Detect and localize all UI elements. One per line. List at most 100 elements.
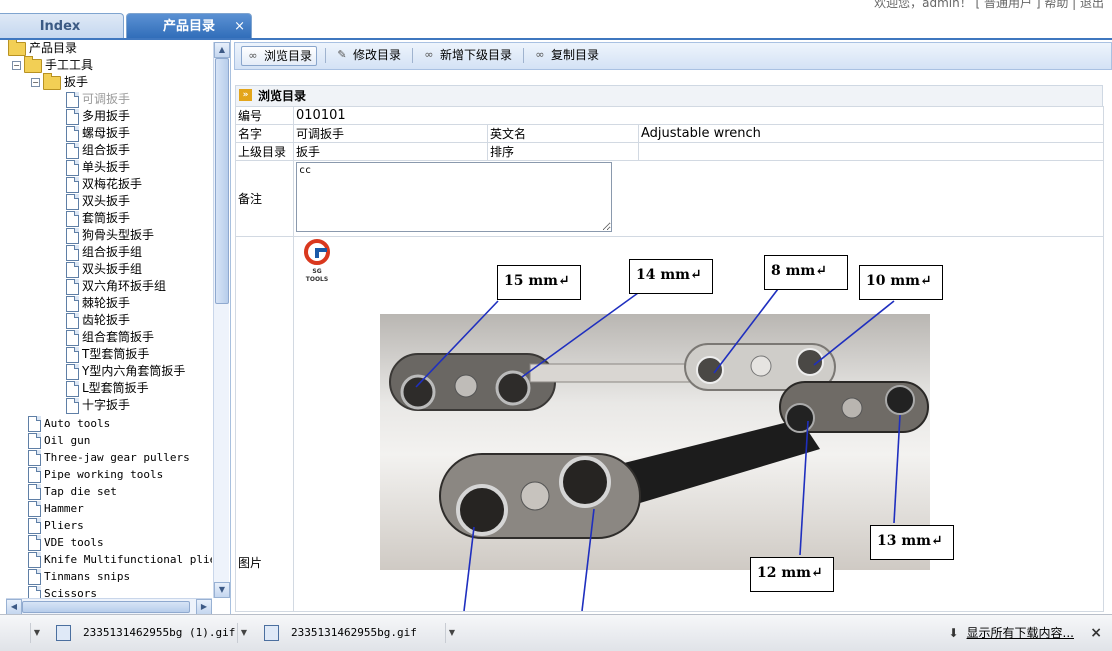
- document-icon: [28, 433, 41, 449]
- tree-leaf-label: 狗骨头型扳手: [82, 228, 155, 242]
- tree-leaf[interactable]: 单头扳手: [66, 159, 130, 176]
- tree-leaf[interactable]: 双六角环扳手组: [66, 278, 166, 295]
- tree-leaf[interactable]: 套筒扳手: [66, 210, 130, 227]
- tree-leaf[interactable]: 多用扳手: [66, 108, 130, 125]
- tree-node-wrench[interactable]: − 扳手: [31, 72, 88, 91]
- tree-leaf[interactable]: Y型内六角套筒扳手: [66, 363, 185, 380]
- document-icon: [28, 450, 41, 466]
- tree-node[interactable]: Auto tools: [28, 415, 110, 432]
- sort-value: [637, 142, 1105, 161]
- memo-label: 备注: [235, 160, 294, 237]
- product-image: SG TOOLS 15 mm↵ 14 mm↵ 8 mm↵ 10 mm↵ 13 m…: [295, 238, 1103, 611]
- browse-catalog-button[interactable]: ∞ 浏览目录: [241, 46, 318, 66]
- toolbar: ∞ 浏览目录 ✎ 修改目录 ∞ 新增下级目录 ∞ 复制目录: [234, 42, 1112, 70]
- tree-node-label: Scissors: [44, 587, 97, 598]
- tree-node-root[interactable]: 产品目录: [8, 40, 77, 57]
- chevron-down-icon[interactable]: ▼: [30, 623, 43, 643]
- parent-catalog-label: 上级目录: [235, 142, 294, 161]
- show-all-downloads-link[interactable]: ⬇ 显示所有下载内容...: [948, 623, 1074, 643]
- tree-leaf[interactable]: 组合扳手: [66, 142, 130, 159]
- scroll-right-icon[interactable]: ▶: [196, 599, 212, 615]
- tree-leaf-label: 单头扳手: [82, 160, 131, 174]
- tree-leaf[interactable]: L型套筒扳手: [66, 380, 149, 397]
- tree-node-label: Tap die set: [44, 485, 117, 498]
- catalog-detail-form: 编号 010101 名字 可调扳手 英文名 Adjustable wrench …: [235, 106, 1105, 612]
- tree-node[interactable]: Tap die set: [28, 483, 117, 500]
- tree-node[interactable]: Tinmans snips: [28, 568, 130, 585]
- tree-vertical-scrollbar[interactable]: ▲ ▼: [213, 42, 230, 598]
- tree-node[interactable]: VDE tools: [28, 534, 104, 551]
- tree-node-label: Auto tools: [44, 417, 111, 430]
- tree-leaf[interactable]: T型套筒扳手: [66, 346, 149, 363]
- chevron-down-icon[interactable]: ▼: [445, 623, 458, 643]
- tree-leaf[interactable]: 组合扳手组: [66, 244, 142, 261]
- tree-leaf-label: L型套筒扳手: [82, 381, 149, 395]
- tree-leaf-label: 双六角环扳手组: [82, 279, 167, 293]
- toolbar-separator: [325, 48, 326, 63]
- scroll-thumb[interactable]: [215, 58, 229, 304]
- tree-node[interactable]: Pipe working tools: [28, 466, 163, 483]
- callout-12mm: 12 mm↵: [750, 557, 834, 592]
- tree-leaf-adjustable-wrench[interactable]: 可调扳手: [66, 91, 130, 108]
- tree-leaf[interactable]: 双头扳手: [66, 193, 130, 210]
- tab-product-catalog[interactable]: 产品目录 ×: [126, 13, 252, 39]
- show-all-downloads-label: 显示所有下载内容...: [966, 626, 1074, 640]
- document-icon: [28, 535, 41, 551]
- callout-13mm: 13 mm↵: [870, 525, 954, 560]
- download-item[interactable]: 2335131462955bg (1).gif: [56, 623, 235, 643]
- tree-node[interactable]: Pliers: [28, 517, 84, 534]
- tree-horizontal-scrollbar[interactable]: ◀ ▶: [6, 598, 212, 615]
- scroll-thumb[interactable]: [22, 601, 190, 613]
- scroll-left-icon[interactable]: ◀: [6, 599, 22, 615]
- tab-index[interactable]: Index: [0, 13, 124, 39]
- edit-catalog-label: 修改目录: [353, 48, 402, 62]
- tree-leaf[interactable]: 棘轮扳手: [66, 295, 130, 312]
- tree-node-hand-tools[interactable]: − 手工工具: [12, 55, 93, 74]
- tree-node-label: VDE tools: [44, 536, 104, 549]
- document-icon: [66, 278, 79, 295]
- close-icon[interactable]: ×: [234, 14, 245, 39]
- download-item[interactable]: 2335131462955bg.gif: [264, 623, 417, 643]
- tree-leaf[interactable]: 螺母扳手: [66, 125, 130, 142]
- download-arrow-icon: ⬇: [948, 626, 959, 640]
- tree-node[interactable]: Hammer: [28, 500, 84, 517]
- tree-leaf-label: 组合扳手: [82, 143, 131, 157]
- collapse-icon[interactable]: −: [31, 78, 40, 87]
- document-icon: [66, 227, 79, 244]
- tree-node-label: Tinmans snips: [44, 570, 131, 583]
- edit-catalog-button[interactable]: ✎ 修改目录: [331, 46, 405, 64]
- tree-leaf[interactable]: 双梅花扳手: [66, 176, 142, 193]
- document-icon: [66, 261, 79, 278]
- tree-leaf-label: Y型内六角套筒扳手: [82, 364, 186, 378]
- tree-node[interactable]: Scissors: [28, 585, 97, 598]
- scroll-down-icon[interactable]: ▼: [214, 582, 230, 598]
- tree-node[interactable]: Knife Multifunctional plier: [28, 551, 212, 568]
- parent-catalog-value: 扳手: [293, 142, 488, 161]
- document-icon: [66, 244, 79, 261]
- browse-catalog-label: 浏览目录: [264, 49, 313, 63]
- add-child-catalog-button[interactable]: ∞ 新增下级目录: [418, 46, 516, 64]
- tree-leaf[interactable]: 狗骨头型扳手: [66, 227, 154, 244]
- tree-leaf[interactable]: 齿轮扳手: [66, 312, 130, 329]
- link-icon: ∞: [424, 48, 434, 61]
- document-icon: [66, 380, 79, 397]
- tree-leaf-label: 组合扳手组: [82, 245, 143, 259]
- tree-leaf[interactable]: 双头扳手组: [66, 261, 142, 278]
- download-item-name: 2335131462955bg (1).gif: [83, 626, 236, 639]
- copy-catalog-button[interactable]: ∞ 复制目录: [529, 46, 603, 64]
- tree-leaf-label: 双头扳手组: [82, 262, 143, 276]
- tree-node[interactable]: Three-jaw gear pullers: [28, 449, 190, 466]
- chevron-down-icon[interactable]: ▼: [237, 623, 250, 643]
- tree-leaf[interactable]: 组合套筒扳手: [66, 329, 154, 346]
- close-icon[interactable]: ×: [1090, 623, 1102, 643]
- tree-node[interactable]: Oil gun: [28, 432, 90, 449]
- tree-leaf[interactable]: 十字扳手: [66, 397, 130, 414]
- collapse-icon[interactable]: −: [12, 61, 21, 70]
- scroll-up-icon[interactable]: ▲: [214, 42, 230, 58]
- document-icon: [66, 295, 79, 312]
- download-bar: ▼ 2335131462955bg (1).gif ▼ 233513146295…: [0, 614, 1112, 651]
- toolbar-separator: [523, 48, 524, 63]
- memo-textarea[interactable]: cc: [296, 162, 612, 232]
- link-icon: ∞: [535, 48, 545, 61]
- tree-leaf-label: 双梅花扳手: [82, 177, 143, 191]
